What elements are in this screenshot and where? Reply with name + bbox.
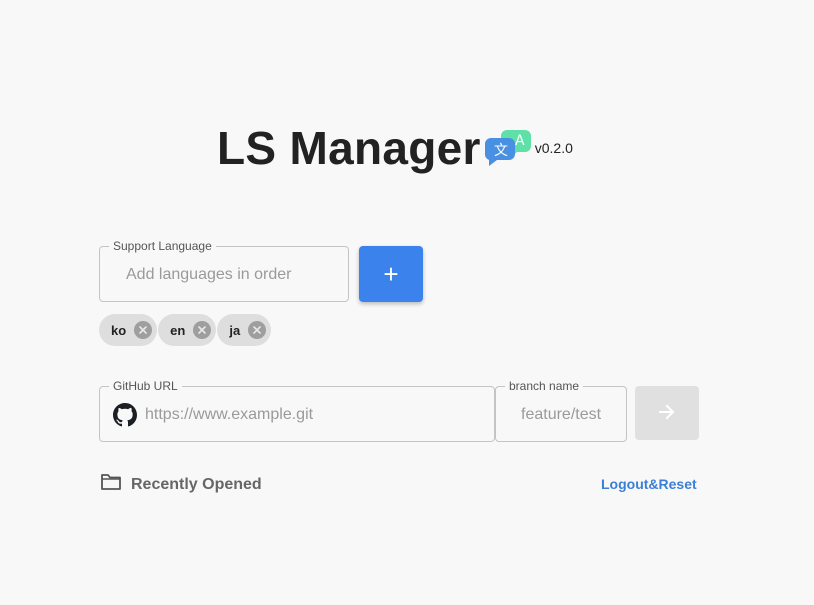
chip-label: ja	[229, 322, 241, 338]
recently-opened-label: Recently Opened	[131, 475, 262, 493]
branch-name-field: branch name	[495, 379, 627, 442]
svg-text:文: 文	[494, 143, 508, 159]
support-language-input[interactable]	[126, 264, 336, 286]
arrow-right-icon	[657, 402, 677, 425]
language-chip-en: en	[158, 314, 217, 346]
branch-name-input[interactable]	[521, 404, 621, 426]
github-url-input[interactable]	[145, 404, 475, 426]
github-url-label: GitHub URL	[109, 379, 182, 393]
language-chip-ja: ja	[217, 314, 272, 346]
logout-reset-link[interactable]: Logout&Reset	[601, 476, 697, 492]
folder-icon	[100, 473, 122, 496]
remove-chip-icon[interactable]	[248, 321, 267, 339]
github-url-field: GitHub URL	[99, 379, 495, 442]
add-language-button[interactable]: +	[359, 246, 423, 302]
svg-text:A: A	[515, 133, 525, 149]
branch-name-label: branch name	[505, 379, 584, 393]
open-repository-button[interactable]	[635, 386, 699, 440]
title-row: LS Manager 文 A v0.2.0	[217, 118, 573, 178]
app-title: LS Manager	[217, 122, 481, 174]
chip-label: ko	[111, 322, 127, 338]
remove-chip-icon[interactable]	[134, 321, 153, 339]
remove-chip-icon[interactable]	[193, 321, 212, 339]
recently-opened-toggle[interactable]: Recently Opened	[100, 473, 262, 496]
version-label: v0.2.0	[534, 140, 573, 156]
github-icon	[113, 403, 137, 427]
language-chip-list: ko en ja	[99, 314, 272, 346]
chip-label: en	[170, 322, 186, 338]
translate-icon: 文 A	[484, 130, 535, 170]
launcher-page: LS Manager 文 A v0.2.0 Support Language +…	[0, 0, 814, 605]
language-chip-ko: ko	[99, 314, 158, 346]
plus-icon: +	[383, 258, 399, 289]
support-language-field: Support Language	[99, 239, 349, 302]
support-language-label: Support Language	[109, 239, 216, 253]
